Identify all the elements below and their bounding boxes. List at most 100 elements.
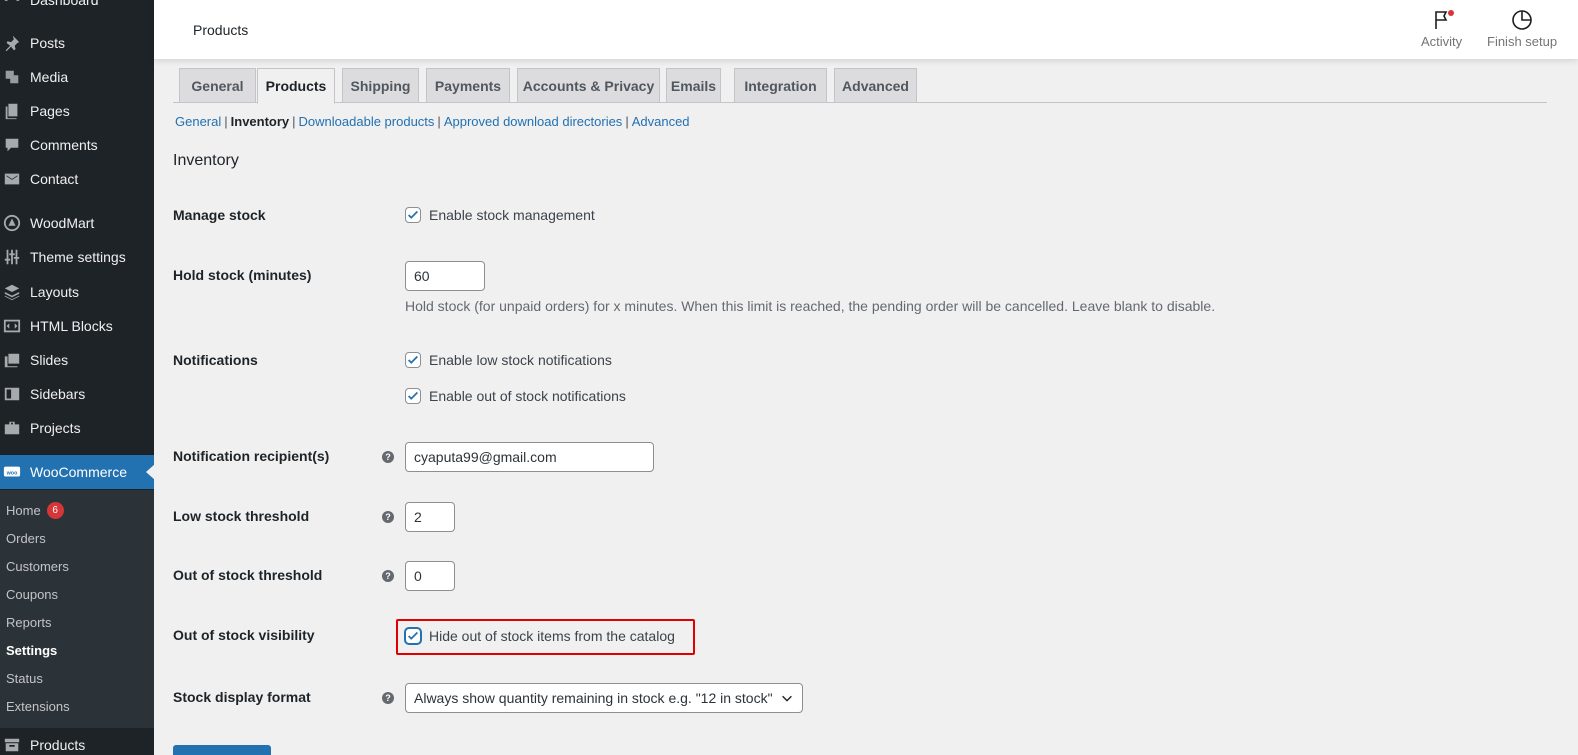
menu-slides[interactable]: Slides (0, 343, 154, 377)
menu-sidebars[interactable]: Sidebars (0, 377, 154, 411)
menu-media[interactable]: Media (0, 60, 154, 94)
pages-icon (0, 102, 30, 120)
layers-icon (0, 283, 30, 301)
stock-display-format-label: Stock display format (173, 689, 311, 705)
stock-display-format-select[interactable]: Always show quantity remaining in stock … (405, 683, 803, 713)
out-of-stock-notification-checkbox[interactable] (405, 388, 421, 404)
submenu-reports[interactable]: Reports (6, 611, 52, 633)
menu-pages[interactable]: Pages (0, 94, 154, 128)
submenu-label: Extensions (6, 698, 70, 714)
notifications-label: Notifications (173, 352, 258, 368)
save-changes-button[interactable] (173, 745, 271, 755)
subsection-general-link[interactable]: General (175, 114, 221, 129)
hide-out-of-stock-row: Hide out of stock items from the catalog (405, 628, 675, 644)
activity-button[interactable]: Activity (1421, 8, 1462, 49)
chevron-down-icon (782, 695, 792, 702)
manage-stock-checkbox-label[interactable]: Enable stock management (429, 207, 595, 223)
menu-projects[interactable]: Projects (0, 411, 154, 445)
menu-theme-settings[interactable]: Theme settings (0, 240, 154, 274)
low-stock-threshold-label: Low stock threshold (173, 508, 310, 524)
submenu-label: Orders (6, 530, 46, 546)
submenu-settings[interactable]: Settings (6, 639, 57, 661)
manage-stock-label: Manage stock (173, 207, 266, 223)
mail-icon (0, 170, 30, 188)
manage-stock-checkbox[interactable] (405, 207, 421, 223)
activity-label: Activity (1421, 34, 1463, 49)
top-header: Products Activity Finish setup (154, 0, 1578, 59)
checkmark-icon (408, 631, 418, 640)
finish-setup-button[interactable]: Finish setup (1487, 8, 1557, 49)
hide-out-of-stock-checkbox[interactable] (405, 628, 421, 644)
subsection-inventory-current: Inventory (230, 114, 290, 129)
help-icon[interactable]: ? (382, 570, 394, 582)
tab-payments[interactable]: Payments (426, 68, 510, 103)
subsection-advanced-link[interactable]: Advanced (632, 114, 690, 129)
manage-stock-row: Enable stock management (405, 207, 595, 223)
out-of-stock-threshold-input[interactable]: 0 (405, 561, 455, 591)
checkmark-icon (408, 391, 418, 400)
out-of-stock-notification-label[interactable]: Enable out of stock notifications (429, 388, 626, 404)
tab-emails[interactable]: Emails (666, 68, 721, 103)
menu-products[interactable]: Products (0, 728, 154, 755)
recipient-input[interactable]: cyaputa99@gmail.com (405, 442, 654, 472)
menu-woocommerce[interactable]: woo WooCommerce (0, 455, 155, 489)
subsection-download-dirs-link[interactable]: Approved download directories (444, 114, 623, 129)
media-icon (0, 68, 30, 86)
low-stock-notification-row: Enable low stock notifications (405, 352, 612, 368)
menu-html-blocks[interactable]: HTML Blocks (0, 309, 154, 343)
low-stock-notification-label[interactable]: Enable low stock notifications (429, 352, 612, 368)
hold-stock-input[interactable]: 60 (405, 261, 485, 291)
menu-label: Theme settings (30, 249, 126, 265)
menu-label: Sidebars (30, 386, 86, 402)
tab-products[interactable]: Products (257, 68, 335, 104)
menu-label: Dashboard (30, 0, 99, 8)
section-title: Inventory (173, 152, 239, 169)
help-icon[interactable]: ? (382, 692, 394, 704)
menu-label: WoodMart (30, 215, 95, 231)
sliders-icon (0, 248, 30, 266)
slides-icon (0, 351, 30, 369)
submenu-status[interactable]: Status (6, 667, 43, 689)
tab-shipping[interactable]: Shipping (342, 68, 419, 103)
briefcase-icon (0, 419, 30, 437)
submenu-customers[interactable]: Customers (6, 555, 69, 577)
admin-sidebar: Dashboard Posts Media Pages Comments Con… (0, 0, 155, 755)
menu-woodmart[interactable]: WoodMart (0, 206, 154, 240)
help-icon[interactable]: ? (382, 511, 394, 523)
menu-label: Contact (30, 171, 79, 187)
low-stock-threshold-input[interactable]: 2 (405, 502, 455, 532)
menu-label: WooCommerce (30, 464, 127, 480)
low-stock-notification-checkbox[interactable] (405, 352, 421, 368)
menu-dashboard[interactable]: Dashboard (0, 0, 154, 17)
submenu-coupons[interactable]: Coupons (6, 583, 58, 605)
submenu-label: Reports (6, 614, 52, 630)
pin-icon (0, 34, 30, 52)
hold-stock-description: Hold stock (for unpaid orders) for x min… (405, 298, 1216, 314)
tab-general[interactable]: General (179, 68, 256, 103)
subsection-links: General | Inventory | Downloadable products |… (175, 114, 690, 129)
menu-comments[interactable]: Comments (0, 128, 154, 162)
hide-out-of-stock-label[interactable]: Hide out of stock items from the catalog (429, 628, 675, 644)
tab-advanced[interactable]: Advanced (834, 68, 917, 103)
submenu-extensions[interactable]: Extensions (6, 695, 70, 717)
out-of-stock-threshold-label: Out of stock threshold (173, 567, 323, 583)
select-value: Always show quantity remaining in stock … (414, 690, 773, 706)
menu-layouts[interactable]: Layouts (0, 275, 154, 309)
submenu-label: Customers (6, 558, 69, 574)
menu-label: Media (30, 69, 69, 85)
progress-ring-icon (1512, 10, 1532, 30)
menu-posts[interactable]: Posts (0, 26, 154, 60)
menu-contact[interactable]: Contact (0, 162, 154, 196)
submenu-label: Coupons (6, 586, 59, 602)
submenu-home[interactable]: Home 6 (6, 499, 64, 521)
settings-tabs: General Products Shipping Payments Accou… (173, 68, 1547, 104)
tab-integration[interactable]: Integration (734, 68, 827, 103)
menu-label: HTML Blocks (30, 318, 113, 334)
submenu-orders[interactable]: Orders (6, 527, 46, 549)
svg-text:woo: woo (6, 470, 18, 476)
sidebar-icon (0, 385, 30, 403)
subsection-downloadable-link[interactable]: Downloadable products (299, 114, 435, 129)
page-title: Products (193, 22, 249, 38)
tab-accounts-privacy[interactable]: Accounts & Privacy (517, 68, 660, 103)
help-icon[interactable]: ? (382, 451, 394, 463)
